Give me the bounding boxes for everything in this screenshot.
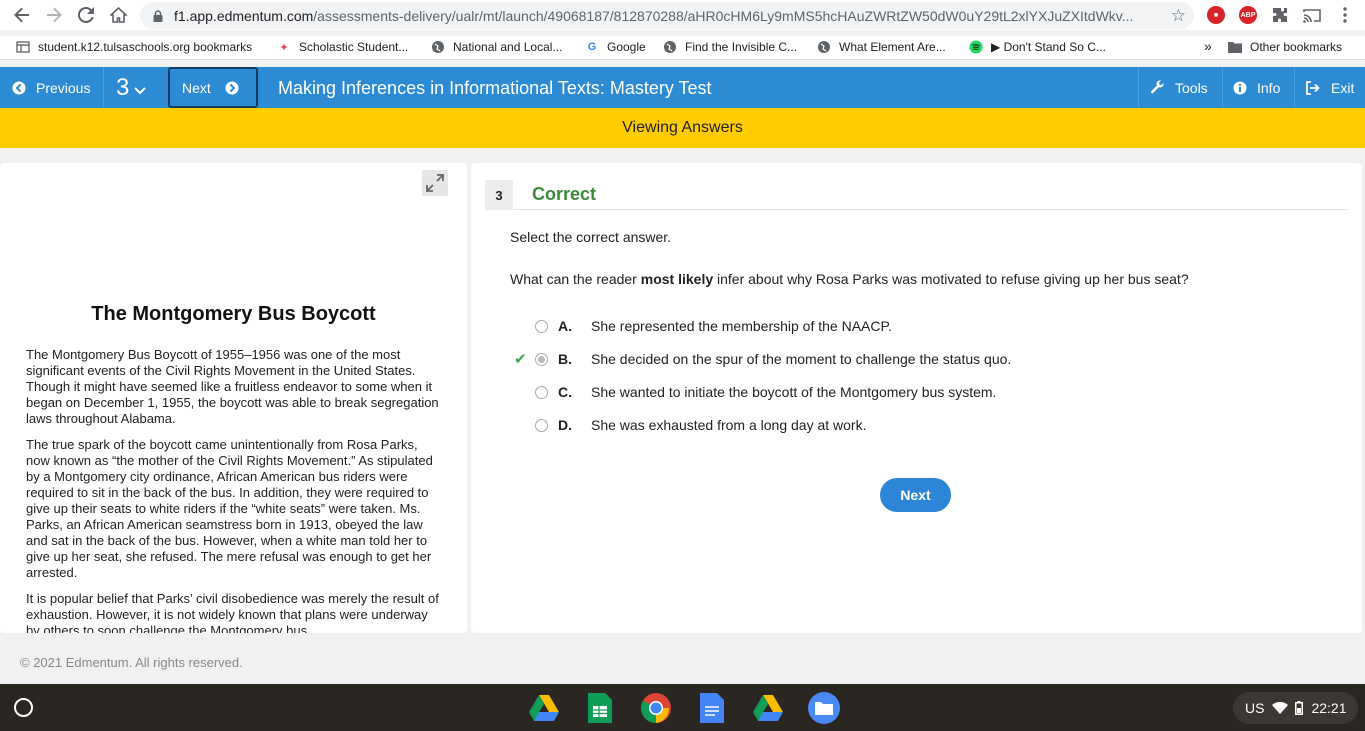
extension-stop-icon[interactable]: ■ [1207,6,1225,24]
globe-icon [817,40,831,54]
home-icon[interactable] [106,4,130,26]
bookmarks-overflow-chevron[interactable]: » [1204,38,1212,54]
globe-icon [431,40,445,54]
question-number-dropdown[interactable]: 3 [104,67,166,108]
back-arrow-icon[interactable] [10,4,34,26]
checkmark-icon: ✔ [514,351,527,368]
bookmark-item[interactable]: ✦ Scholastic Student... [277,40,408,54]
other-bookmarks[interactable]: Other bookmarks [1228,40,1342,54]
next-question-button[interactable]: Next [168,67,258,108]
exit-button[interactable]: Exit [1306,67,1354,108]
google-sheets-icon[interactable] [584,692,616,724]
launcher-icon[interactable] [14,698,33,717]
info-circle-icon [1233,81,1247,94]
google-docs-icon[interactable] [696,692,728,724]
expand-icon[interactable] [422,170,448,196]
question-number-badge: 3 [485,180,513,210]
files-icon[interactable] [808,692,840,724]
radio-button[interactable] [535,418,548,432]
bookmark-item[interactable]: What Element Are... [817,40,946,54]
passage-paragraph: The Montgomery Bus Boycott of 1955–1956 … [26,347,439,426]
arrow-right-circle-icon [225,81,239,94]
passage-panel: The Montgomery Bus Boycott The Montgomer… [0,163,467,633]
battery-icon [1295,701,1304,715]
clock: 22:21 [1311,700,1347,716]
bookmark-item[interactable]: National and Local... [431,40,562,54]
address-bar[interactable]: f1.app.edmentum.com/assessments-delivery… [140,2,1194,29]
arrow-left-circle-icon [12,81,26,94]
copyright-footer: © 2021 Edmentum. All rights reserved. [20,655,243,670]
folder-icon [1228,40,1242,54]
test-title: Making Inferences in Informational Texts… [278,78,712,98]
lock-icon [153,9,163,22]
chrome-icon[interactable] [640,692,672,724]
sign-out-icon [1306,80,1320,95]
answer-status: Correct [532,184,597,204]
system-tray[interactable]: US 22:21 [1233,692,1358,724]
answer-option-d[interactable]: D. She was exhausted from a long day at … [510,415,1310,435]
wifi-icon [1272,702,1289,714]
passage-body: The Montgomery Bus Boycott of 1955–1956 … [26,347,442,633]
bookmark-item[interactable]: ▶ Don't Stand So C... [969,40,1106,54]
browser-toolbar: f1.app.edmentum.com/assessments-delivery… [0,0,1365,30]
grid-icon [16,40,30,54]
bookmark-item[interactable]: G Google [585,40,646,54]
radio-button-selected[interactable] [535,352,548,366]
scholastic-icon: ✦ [279,41,289,54]
cast-icon[interactable] [1300,4,1324,26]
answer-option-b[interactable]: ✔ B. She decided on the spur of the mome… [510,349,1310,369]
url-text: f1.app.edmentum.com/assessments-delivery… [174,7,1134,24]
reload-icon[interactable] [74,4,98,26]
bookmark-star-icon[interactable]: ☆ [1171,6,1186,26]
next-button[interactable]: Next [880,478,951,512]
spotify-icon [969,40,983,54]
google-icon: G [587,41,597,53]
passage-paragraph: It is popular belief that Parks’ civil d… [26,591,439,633]
adblock-icon[interactable]: ABP [1239,6,1257,24]
question-instruction: Select the correct answer. [510,229,672,245]
previous-button[interactable]: Previous [12,67,90,108]
chevron-down-icon [134,86,147,94]
passage-paragraph: The true spark of the boycott came unint… [26,437,433,580]
forward-arrow-icon[interactable] [42,4,66,26]
divider [513,209,1347,210]
answer-option-c[interactable]: C. She wanted to initiate the boycott of… [510,382,1310,402]
bookmark-item[interactable]: Find the Invisible C... [663,40,797,54]
google-drive-icon[interactable] [528,692,560,724]
info-button[interactable]: Info [1233,67,1280,108]
question-panel: 3 Correct Select the correct answer. Wha… [471,163,1362,633]
bookmarks-bar: student.k12.tulsaschools.org bookmarks ✦… [0,36,1365,60]
bookmark-item[interactable]: student.k12.tulsaschools.org bookmarks [16,40,252,54]
os-taskbar: US 22:21 [0,684,1365,731]
globe-icon [663,40,677,54]
extensions-puzzle-icon[interactable] [1268,4,1292,26]
browser-menu-icon[interactable] [1333,4,1357,26]
viewing-answers-banner: Viewing Answers [0,108,1365,148]
wrench-icon [1150,80,1164,94]
passage-title: The Montgomery Bus Boycott [91,303,376,325]
answer-option-a[interactable]: A. She represented the membership of the… [510,316,1310,336]
radio-button[interactable] [535,385,548,399]
tools-button[interactable]: Tools [1150,67,1208,108]
assessment-header: Previous 3 Next Making Inferences in Inf… [0,67,1365,108]
google-drive-icon[interactable] [752,692,784,724]
locale-indicator: US [1245,700,1265,716]
radio-button[interactable] [535,319,548,333]
question-text: What can the reader most likely infer ab… [510,271,1189,287]
